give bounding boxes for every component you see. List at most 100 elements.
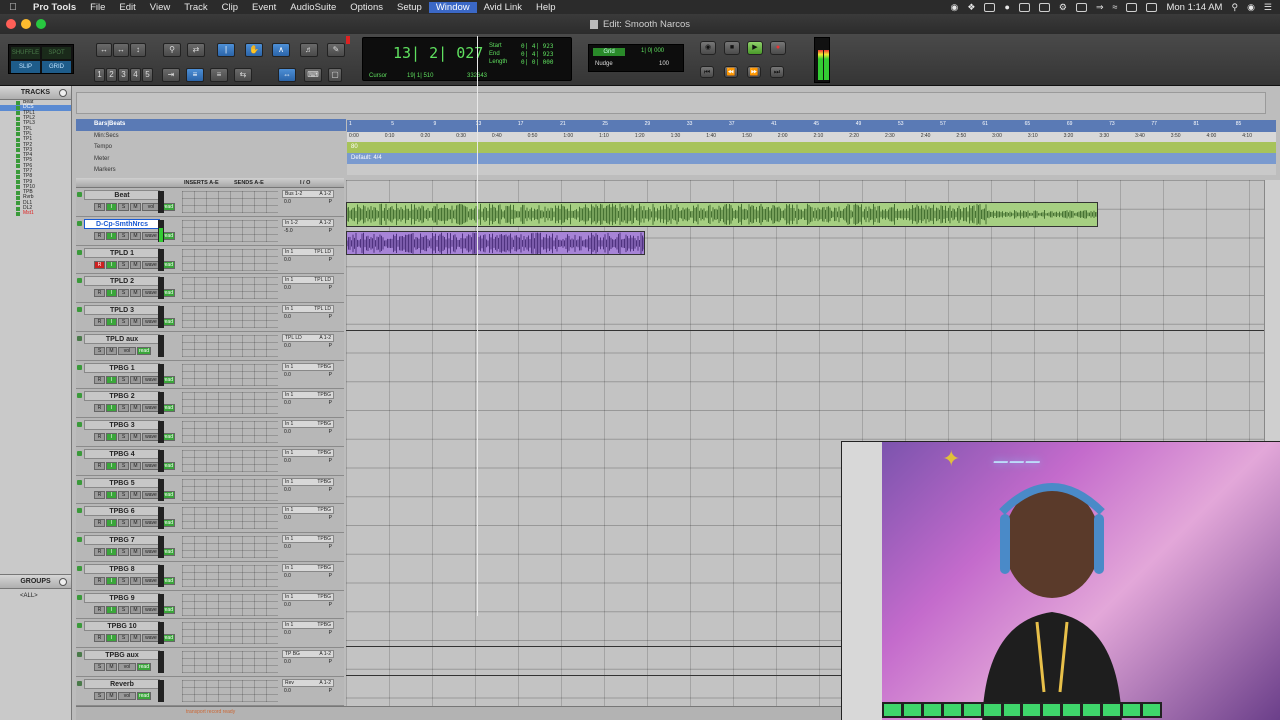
- audio-clip[interactable]: [346, 230, 645, 256]
- solo-button[interactable]: S: [118, 404, 129, 413]
- input-monitor-button[interactable]: I: [106, 231, 117, 240]
- solo-button[interactable]: S: [118, 461, 129, 470]
- mute-button[interactable]: M: [130, 634, 141, 643]
- zoom-tool-icon[interactable]: ⚲: [163, 43, 181, 57]
- track-visibility-icon[interactable]: [16, 111, 20, 116]
- input-selector[interactable]: Rev: [285, 680, 294, 686]
- go-to-end-icon[interactable]: ⏭: [770, 66, 784, 78]
- volume-value[interactable]: 0.0: [284, 659, 291, 665]
- record-arm-button[interactable]: R: [94, 576, 105, 585]
- siri-icon[interactable]: ◉: [1247, 2, 1255, 13]
- link-track-edit-icon[interactable]: ≡: [210, 68, 228, 82]
- tab-to-transient-icon[interactable]: ⇥: [162, 68, 180, 82]
- inserts-sends-slots[interactable]: [182, 449, 278, 472]
- online-icon[interactable]: ◉: [700, 41, 716, 55]
- return-to-zero-icon[interactable]: ⏮: [700, 66, 714, 78]
- menu-view[interactable]: View: [143, 2, 177, 13]
- output-selector[interactable]: TPBG: [317, 364, 331, 370]
- menu-avid-link[interactable]: Avid Link: [477, 2, 529, 13]
- volume-value[interactable]: 0.0: [284, 429, 291, 435]
- solo-button[interactable]: S: [118, 318, 129, 326]
- input-monitor-button[interactable]: I: [106, 289, 117, 298]
- track-name[interactable]: D-Cp-SmthNrcs: [84, 218, 160, 229]
- mute-button[interactable]: M: [130, 576, 141, 585]
- menu-clip[interactable]: Clip: [215, 2, 245, 13]
- track-visibility-icon[interactable]: [16, 206, 20, 211]
- battery-icon[interactable]: [1126, 2, 1138, 12]
- menu-setup[interactable]: Setup: [390, 2, 429, 13]
- zoom-in-horizontal-icon[interactable]: ↔: [113, 43, 129, 57]
- input-output-selector[interactable]: In 1 TPL LD: [282, 247, 334, 256]
- inserts-sends-slots[interactable]: [182, 536, 278, 558]
- track-list-item[interactable]: Mst1: [0, 211, 71, 216]
- pan-knob[interactable]: P: [329, 573, 332, 579]
- minimize-window-icon[interactable]: [21, 19, 31, 29]
- trim-tool-icon[interactable]: ⇄: [187, 43, 205, 57]
- output-selector[interactable]: TPBG: [317, 622, 331, 628]
- mute-button[interactable]: M: [130, 490, 141, 499]
- track-visibility-icon[interactable]: [16, 132, 20, 137]
- track-name[interactable]: TPBG 4: [84, 448, 160, 459]
- grid-value[interactable]: 1| 0| 000: [641, 48, 664, 54]
- inserts-sends-slots[interactable]: [182, 219, 278, 242]
- solo-button[interactable]: S: [118, 576, 129, 585]
- input-output-selector[interactable]: In 1 TPBG: [282, 506, 334, 515]
- ruler-meter[interactable]: Meter: [76, 154, 346, 166]
- inserts-sends-slots[interactable]: [182, 248, 278, 271]
- menu-edit[interactable]: Edit: [112, 2, 142, 13]
- inserts-sends-slots[interactable]: [182, 392, 278, 415]
- output-selector[interactable]: TPBG: [317, 421, 331, 427]
- input-monitor-button[interactable]: I: [106, 634, 117, 643]
- mute-button[interactable]: M: [130, 519, 141, 528]
- mode-slip-button[interactable]: SLIP: [11, 61, 40, 73]
- solo-button[interactable]: S: [118, 548, 129, 556]
- bars-ruler-strip[interactable]: 1 5 9 13 17 21 25 29 33 37 41 45 49 53 57 61 65 69 73 77 81 8…: [347, 120, 1276, 132]
- tempo-ruler-strip[interactable]: 80: [347, 142, 1276, 153]
- inserts-sends-slots[interactable]: [182, 593, 278, 616]
- volume-value[interactable]: 0.0: [284, 285, 291, 291]
- input-selector[interactable]: In 1: [285, 450, 293, 456]
- input-monitor-button[interactable]: I: [106, 490, 117, 499]
- output-selector[interactable]: TPBG: [317, 507, 331, 513]
- volume-value[interactable]: 0.0: [284, 314, 291, 320]
- inserts-sends-slots[interactable]: [182, 277, 278, 300]
- input-selector[interactable]: In 1: [285, 277, 293, 283]
- input-output-selector[interactable]: In 1 TPL LD: [282, 305, 334, 313]
- gear-icon[interactable]: ⚙: [1059, 2, 1067, 13]
- track-name[interactable]: TPBG 7: [84, 535, 160, 545]
- track-name[interactable]: Beat: [84, 190, 160, 200]
- input-selector[interactable]: In 1: [285, 594, 293, 600]
- input-output-selector[interactable]: In 1 TPL LD: [282, 276, 334, 285]
- track-name[interactable]: TPLD aux: [84, 333, 160, 344]
- track-visibility-icon[interactable]: [16, 164, 20, 169]
- volume-value[interactable]: 0.0: [284, 630, 291, 636]
- input-output-selector[interactable]: Bus 1-2 A 1-2: [282, 190, 334, 198]
- input-monitor-button[interactable]: I: [106, 318, 117, 326]
- mute-button[interactable]: M: [130, 318, 141, 326]
- input-selector[interactable]: In 1: [285, 536, 293, 542]
- inserts-sends-slots[interactable]: [182, 679, 278, 702]
- record-arm-button[interactable]: R: [94, 260, 105, 269]
- pencil-tool-icon[interactable]: ✎: [327, 43, 345, 57]
- app-badge-icon[interactable]: [984, 2, 996, 12]
- pan-knob[interactable]: P: [329, 343, 332, 349]
- pan-knob[interactable]: P: [329, 688, 332, 694]
- zoom-window-icon[interactable]: [36, 19, 46, 29]
- groups-panel-menu-icon[interactable]: [59, 578, 67, 586]
- output-selector[interactable]: TPBG: [317, 479, 331, 485]
- mute-button[interactable]: M: [130, 548, 141, 556]
- mute-button[interactable]: M: [106, 346, 117, 355]
- volume-value[interactable]: 0.0: [284, 602, 291, 608]
- mute-button[interactable]: M: [130, 231, 141, 240]
- input-monitor-button[interactable]: I: [106, 519, 117, 528]
- input-output-selector[interactable]: Rev A 1-2: [282, 678, 334, 687]
- mode-shuffle-button[interactable]: SHUFFLE: [11, 47, 40, 59]
- edit-menu-icon[interactable]: ▢: [328, 68, 342, 82]
- menu-options[interactable]: Options: [343, 2, 390, 13]
- track-visibility-icon[interactable]: [16, 195, 20, 200]
- input-output-selector[interactable]: In 1 TPBG: [282, 448, 334, 457]
- selector-tool-icon[interactable]: |: [217, 43, 235, 57]
- track-name[interactable]: TPLD 3: [84, 305, 160, 315]
- inserts-sends-slots[interactable]: [182, 622, 278, 645]
- input-monitor-button[interactable]: I: [106, 548, 117, 556]
